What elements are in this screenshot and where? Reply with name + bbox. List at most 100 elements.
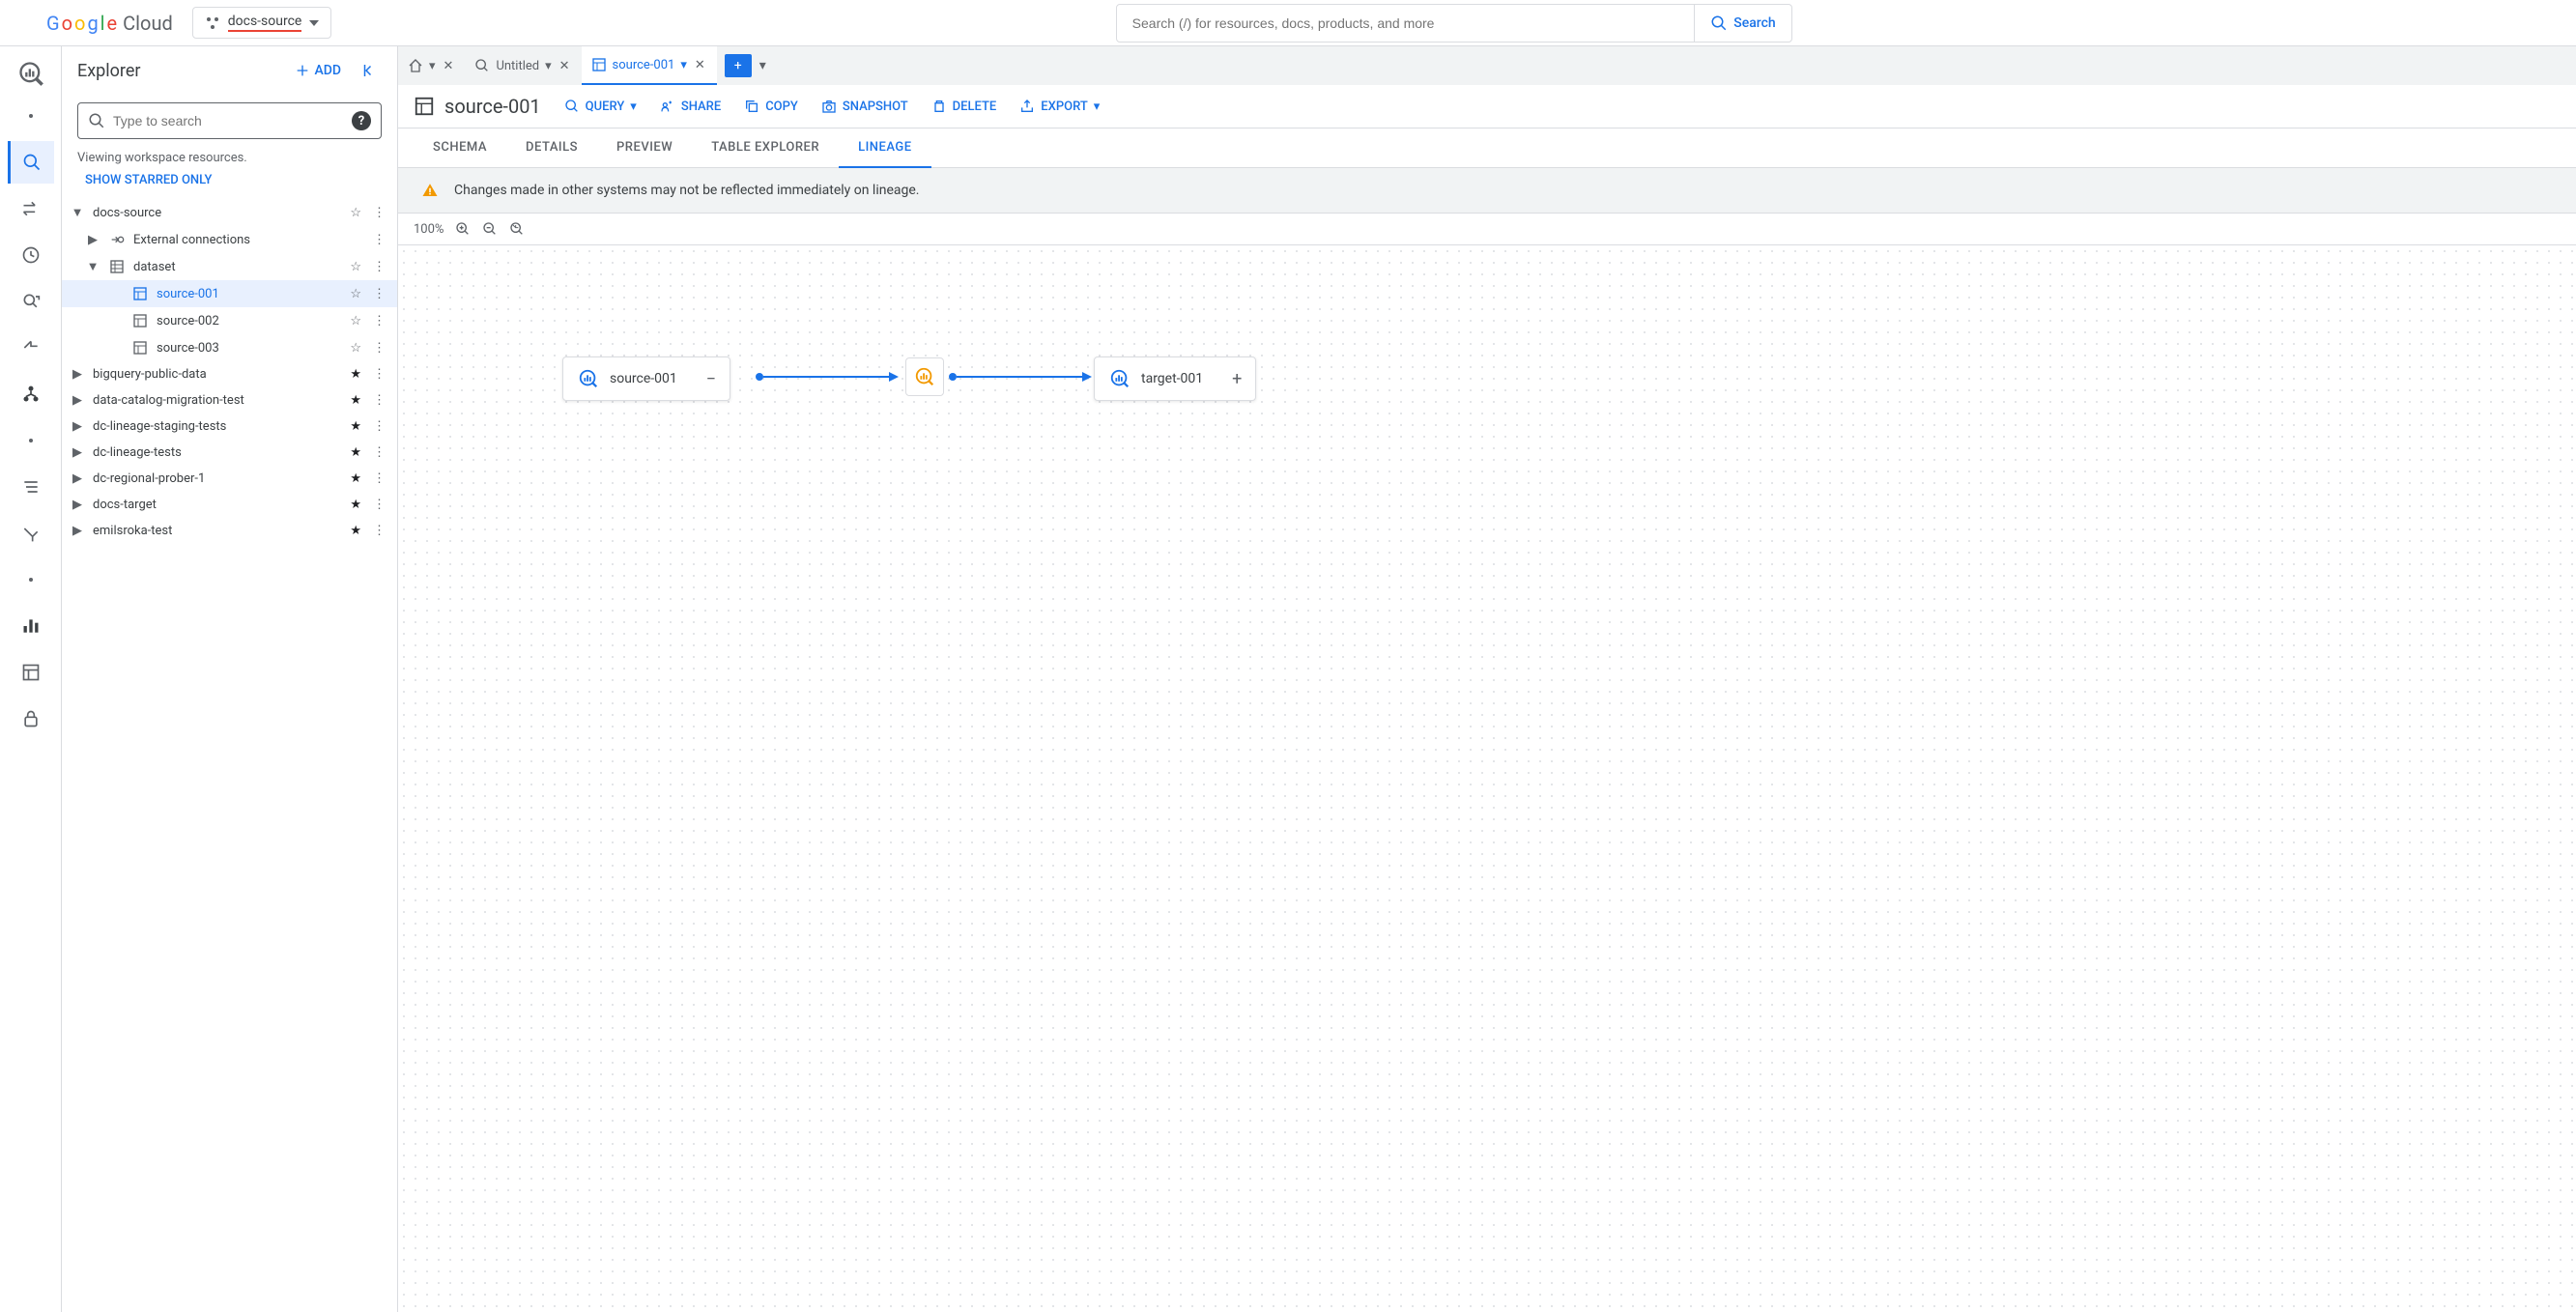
star-icon[interactable]: ★ bbox=[350, 393, 361, 408]
kebab-menu-icon[interactable]: ⋮ bbox=[369, 260, 389, 274]
rail-list[interactable] bbox=[8, 466, 54, 508]
kebab-menu-icon[interactable]: ⋮ bbox=[369, 206, 389, 220]
star-icon[interactable]: ★ bbox=[350, 367, 361, 382]
tree-project-item[interactable]: ▶data-catalog-migration-test★⋮ bbox=[62, 387, 397, 414]
star-icon[interactable]: ★ bbox=[350, 419, 361, 434]
google-cloud-logo[interactable]: Google Cloud bbox=[46, 12, 173, 35]
subtab-table-explorer[interactable]: TABLE EXPLORER bbox=[692, 128, 839, 167]
zoom-reset-icon[interactable] bbox=[509, 221, 525, 237]
rail-security[interactable] bbox=[8, 698, 54, 740]
main-container: Explorer ADD ? Viewing workspace resourc… bbox=[0, 46, 2576, 1312]
star-icon[interactable]: ☆ bbox=[350, 206, 361, 220]
star-icon[interactable]: ★ bbox=[350, 524, 361, 538]
tree-project-docs-source[interactable]: ▼ docs-source ☆ ⋮ bbox=[62, 199, 397, 226]
explorer-search-box: ? bbox=[77, 102, 382, 139]
rail-chart[interactable] bbox=[8, 605, 54, 647]
kebab-menu-icon[interactable]: ⋮ bbox=[369, 367, 389, 382]
query-button[interactable]: QUERY▾ bbox=[564, 99, 637, 114]
rail-biengine[interactable] bbox=[8, 327, 54, 369]
star-icon[interactable]: ☆ bbox=[350, 314, 361, 328]
expand-icon[interactable]: + bbox=[1232, 369, 1242, 389]
star-icon[interactable]: ★ bbox=[350, 445, 361, 460]
logo-cloud-text: Cloud bbox=[123, 12, 173, 35]
tab-overflow-dropdown[interactable]: ▾ bbox=[752, 58, 774, 73]
explorer-panel: Explorer ADD ? Viewing workspace resourc… bbox=[62, 46, 398, 1312]
rail-dot-1[interactable] bbox=[8, 95, 54, 137]
kebab-menu-icon[interactable]: ⋮ bbox=[369, 314, 389, 328]
collapse-icon[interactable]: − bbox=[706, 369, 716, 389]
rail-explorer[interactable] bbox=[8, 141, 54, 184]
star-icon[interactable]: ★ bbox=[350, 471, 361, 486]
subtab-details[interactable]: DETAILS bbox=[506, 128, 597, 167]
tree-project-item[interactable]: ▶dc-lineage-tests★⋮ bbox=[62, 440, 397, 466]
subtab-schema[interactable]: SCHEMA bbox=[414, 128, 506, 167]
new-tab-button[interactable]: + bbox=[725, 54, 752, 77]
explorer-search-input[interactable] bbox=[113, 113, 344, 128]
lineage-node-target[interactable]: target-001 + bbox=[1094, 357, 1256, 401]
kebab-menu-icon[interactable]: ⋮ bbox=[369, 233, 389, 247]
tab-source-001[interactable]: source-001 ▾ ✕ bbox=[582, 46, 717, 85]
delete-button[interactable]: DELETE bbox=[931, 99, 997, 114]
star-icon[interactable]: ☆ bbox=[350, 287, 361, 301]
add-button[interactable]: ADD bbox=[287, 59, 349, 82]
rail-table[interactable] bbox=[8, 651, 54, 694]
kebab-menu-icon[interactable]: ⋮ bbox=[369, 498, 389, 512]
close-icon[interactable]: ✕ bbox=[558, 57, 572, 75]
subtab-preview[interactable]: PREVIEW bbox=[597, 128, 692, 167]
copy-button[interactable]: COPY bbox=[744, 99, 798, 114]
tree-table-source-002[interactable]: source-002 ☆ ⋮ bbox=[62, 307, 397, 334]
lineage-canvas[interactable]: source-001 − target-001 + bbox=[398, 245, 2576, 1312]
kebab-menu-icon[interactable]: ⋮ bbox=[369, 341, 389, 356]
export-button[interactable]: EXPORT▾ bbox=[1019, 99, 1100, 114]
kebab-menu-icon[interactable]: ⋮ bbox=[369, 524, 389, 538]
rail-settings[interactable] bbox=[8, 512, 54, 555]
chevron-down-icon[interactable]: ▾ bbox=[429, 59, 436, 73]
show-starred-link[interactable]: SHOW STARRED ONLY bbox=[62, 169, 397, 191]
zoom-in-icon[interactable] bbox=[455, 221, 471, 237]
rail-dot-2[interactable] bbox=[8, 419, 54, 462]
rail-dot-3[interactable] bbox=[8, 558, 54, 601]
tree-table-source-003[interactable]: source-003 ☆ ⋮ bbox=[62, 334, 397, 361]
snapshot-button[interactable]: SNAPSHOT bbox=[821, 99, 908, 114]
bigquery-logo-icon[interactable] bbox=[14, 56, 48, 91]
zoom-out-icon[interactable] bbox=[482, 221, 498, 237]
collapse-button[interactable] bbox=[357, 58, 382, 83]
action-label: QUERY bbox=[586, 100, 625, 114]
project-selector[interactable]: docs-source bbox=[192, 7, 332, 39]
rail-scheduled[interactable] bbox=[8, 234, 54, 276]
menu-icon[interactable] bbox=[12, 12, 35, 35]
tree-label: External connections bbox=[133, 233, 361, 247]
tab-home[interactable]: ▾ ✕ bbox=[398, 46, 465, 85]
tree-dataset[interactable]: ▼ dataset ☆ ⋮ bbox=[62, 253, 397, 280]
close-icon[interactable]: ✕ bbox=[693, 56, 707, 74]
tree-project-item[interactable]: ▶dc-regional-prober-1★⋮ bbox=[62, 466, 397, 492]
star-icon[interactable]: ★ bbox=[350, 498, 361, 512]
kebab-menu-icon[interactable]: ⋮ bbox=[369, 419, 389, 434]
tab-untitled[interactable]: Untitled ▾ ✕ bbox=[465, 46, 581, 85]
tree-external-connections[interactable]: ▶ External connections ⋮ bbox=[62, 226, 397, 253]
help-icon[interactable]: ? bbox=[352, 111, 371, 130]
share-button[interactable]: SHARE bbox=[660, 99, 721, 114]
close-icon[interactable]: ✕ bbox=[442, 57, 456, 75]
tree-project-item[interactable]: ▶dc-lineage-staging-tests★⋮ bbox=[62, 414, 397, 440]
chevron-down-icon[interactable]: ▾ bbox=[680, 58, 687, 72]
star-icon[interactable]: ☆ bbox=[350, 260, 361, 274]
kebab-menu-icon[interactable]: ⋮ bbox=[369, 445, 389, 460]
rail-hierarchy[interactable] bbox=[8, 373, 54, 415]
chevron-down-icon[interactable]: ▾ bbox=[545, 59, 552, 73]
lineage-process-node[interactable] bbox=[905, 357, 944, 396]
tree-table-source-001[interactable]: source-001 ☆ ⋮ bbox=[62, 280, 397, 307]
kebab-menu-icon[interactable]: ⋮ bbox=[369, 471, 389, 486]
search-button[interactable]: Search bbox=[1694, 5, 1790, 42]
star-icon[interactable]: ☆ bbox=[350, 341, 361, 356]
tree-project-item[interactable]: ▶emilsroka-test★⋮ bbox=[62, 518, 397, 544]
rail-transfers[interactable] bbox=[8, 187, 54, 230]
rail-analytics[interactable] bbox=[8, 280, 54, 323]
tree-project-item[interactable]: ▶docs-target★⋮ bbox=[62, 492, 397, 518]
kebab-menu-icon[interactable]: ⋮ bbox=[369, 287, 389, 301]
kebab-menu-icon[interactable]: ⋮ bbox=[369, 393, 389, 408]
tree-project-item[interactable]: ▶bigquery-public-data★⋮ bbox=[62, 361, 397, 387]
lineage-node-source[interactable]: source-001 − bbox=[562, 357, 730, 401]
global-search-input[interactable] bbox=[1117, 6, 1695, 41]
subtab-lineage[interactable]: LINEAGE bbox=[839, 128, 931, 168]
